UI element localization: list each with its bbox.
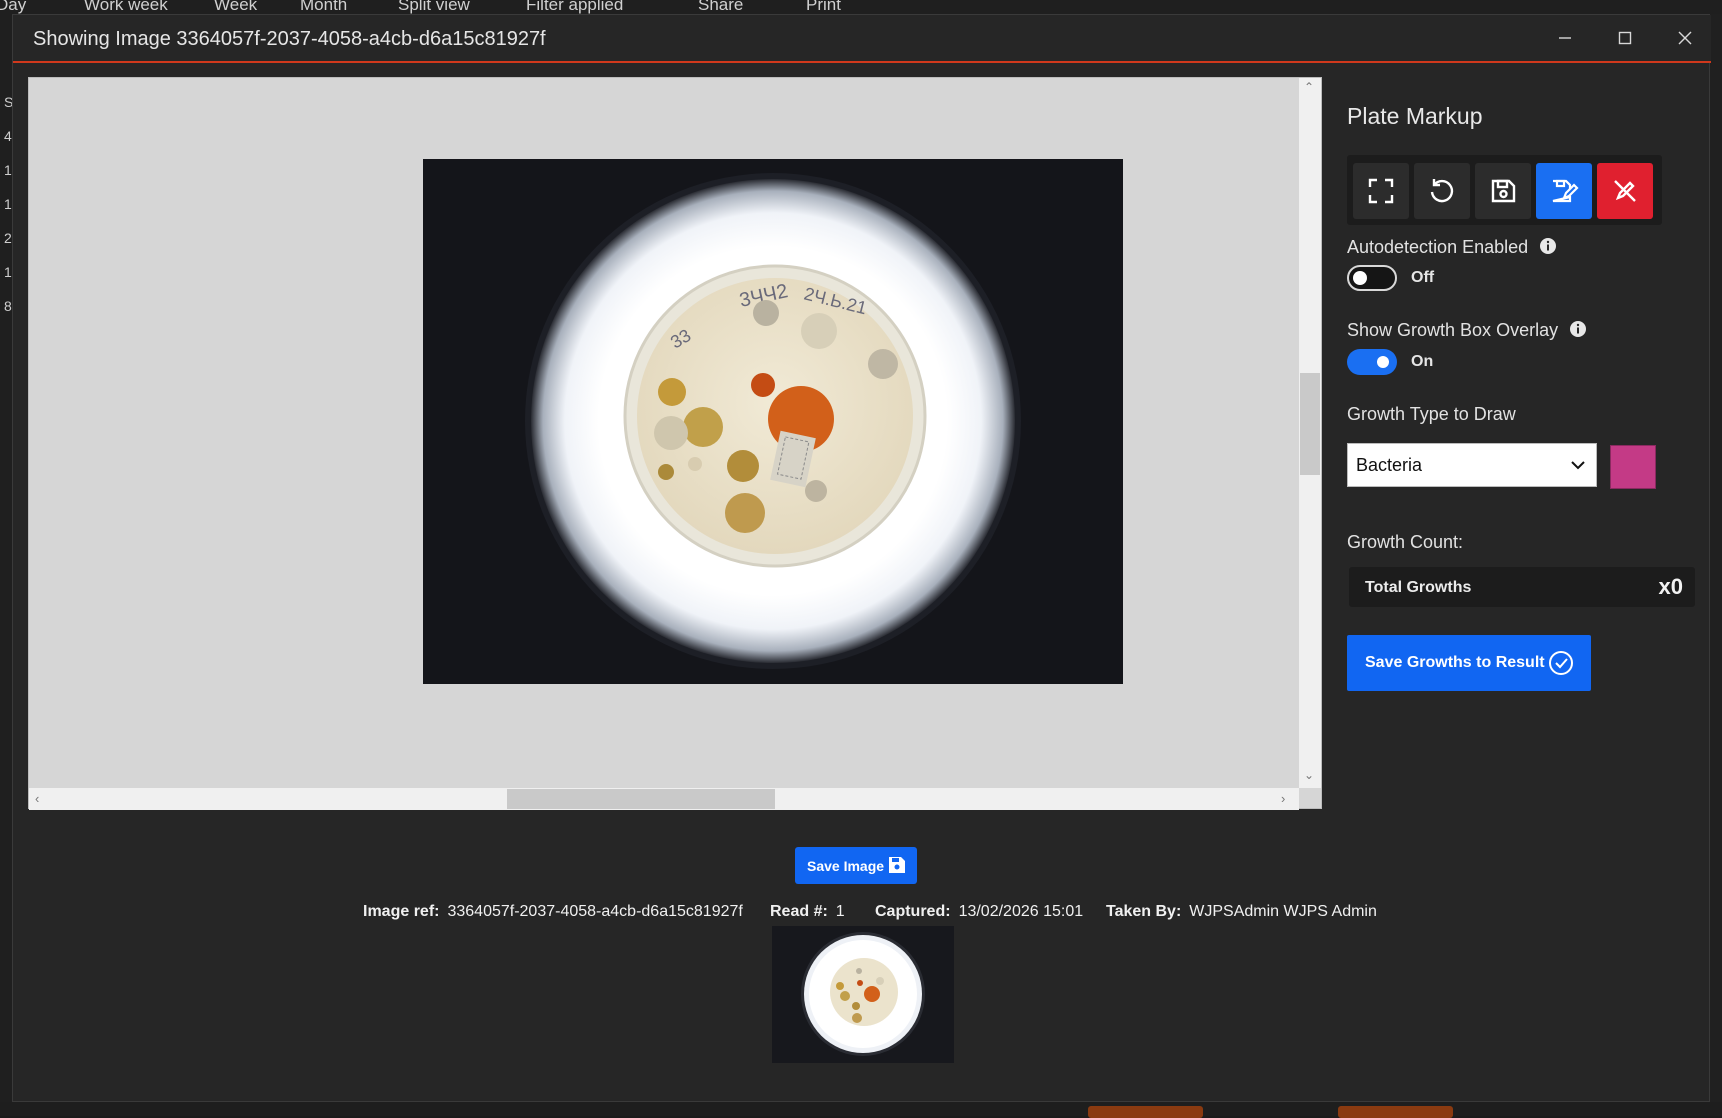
autodetection-state: Off [1411, 269, 1435, 286]
undo-button[interactable] [1414, 163, 1470, 219]
petri-dish-image[interactable]: 3ЧЧ2 2Ч.Ь.21 33 [423, 159, 1123, 684]
image-ref: Image ref: 3364057f-2037-4058-a4cb-d6a15c… [363, 903, 743, 921]
close-button[interactable] [1663, 23, 1707, 53]
read-label: Read #: [770, 903, 828, 920]
autodetection-label-text: Autodetection Enabled [1347, 237, 1529, 257]
growth-type-value: Bacteria [1356, 455, 1423, 475]
background-right-strip [1710, 14, 1722, 1116]
scroll-left-icon[interactable]: ‹ [35, 791, 39, 806]
image-thumbnail[interactable] [772, 926, 954, 1063]
background-bottom-strip [0, 1102, 1722, 1118]
horizontal-scroll-thumb[interactable] [507, 789, 775, 809]
fullscreen-button[interactable] [1353, 163, 1409, 219]
save-image-label: Save Image [807, 858, 885, 874]
image-ref-value: 3364057f-2037-4058-a4cb-d6a15c81927f [447, 903, 743, 920]
overlay-toggle[interactable] [1347, 349, 1397, 375]
total-growths-value: x0 [1658, 574, 1683, 599]
vertical-scroll-thumb[interactable] [1300, 373, 1320, 475]
panel-title: Plate Markup [1347, 103, 1483, 129]
save-icon [1491, 179, 1516, 203]
bg-char: 1 [4, 162, 12, 178]
read-number: Read #: 1 [770, 903, 845, 921]
read-value: 1 [835, 903, 845, 920]
toolbar-split-view[interactable]: Split view [398, 0, 470, 14]
horizontal-scrollbar[interactable]: ‹ › [29, 788, 1299, 810]
bg-chip [1088, 1106, 1203, 1118]
growth-type-select[interactable]: Bacteria [1347, 443, 1597, 487]
save-icon [889, 857, 905, 873]
vertical-scrollbar[interactable]: ⌃ ⌄ [1299, 78, 1321, 788]
toolbar-work-week[interactable]: Work week [84, 0, 168, 14]
overlay-state: On [1411, 353, 1434, 370]
info-icon[interactable] [1569, 320, 1587, 338]
scroll-right-icon[interactable]: › [1281, 791, 1285, 806]
taken-by: Taken By: WJPSAdmin WJPS Admin [1106, 903, 1377, 921]
bg-char: 4 [4, 128, 12, 144]
captured: Captured: 13/02/2026 15:01 [875, 903, 1083, 921]
clear-markup-icon [1614, 180, 1636, 202]
total-growths-label: Total Growths [1365, 579, 1472, 596]
toolbar-share[interactable]: Share [698, 0, 743, 14]
overlay-label-text: Show Growth Box Overlay [1347, 320, 1559, 340]
taken-by-label: Taken By: [1106, 903, 1182, 920]
maximize-icon [1618, 31, 1632, 45]
overlay-label: Show Growth Box Overlay [1347, 320, 1587, 341]
toolbar-filter[interactable]: Filter applied [526, 0, 623, 14]
undo-icon [1430, 179, 1454, 203]
window-title: Showing Image 3364057f-2037-4058-a4cb-d6… [33, 28, 546, 50]
save-growths-button[interactable]: Save Growths to Result [1347, 635, 1591, 691]
close-icon [1678, 31, 1692, 45]
image-dialog: Showing Image 3364057f-2037-4058-a4cb-d6… [12, 14, 1711, 1102]
save-growths-label: Save Growths to Result [1365, 654, 1545, 671]
toolbar-print[interactable]: Print [806, 0, 841, 14]
taken-by-value: WJPSAdmin WJPS Admin [1189, 903, 1377, 920]
autodetection-label: Autodetection Enabled [1347, 237, 1557, 258]
image-ref-label: Image ref: [363, 903, 440, 920]
check-circle-icon [1549, 651, 1573, 675]
toolbar-month[interactable]: Month [300, 0, 347, 14]
chevron-down-icon [1571, 461, 1585, 470]
bg-char: 8 [4, 298, 12, 314]
growth-count-box: Total Growths x0 [1349, 567, 1695, 607]
clear-markup-button[interactable] [1597, 163, 1653, 219]
fullscreen-icon [1368, 178, 1394, 204]
edit-save-icon [1552, 179, 1579, 203]
title-bar: Showing Image 3364057f-2037-4058-a4cb-d6… [13, 15, 1711, 63]
bg-char: 1 [4, 264, 12, 280]
image-viewer[interactable]: 3ЧЧ2 2Ч.Ь.21 33 ⌃ ⌄ ‹ › [28, 77, 1322, 810]
growth-type-label: Growth Type to Draw [1347, 404, 1516, 424]
scroll-up-icon[interactable]: ⌃ [1304, 80, 1314, 94]
save-image-button[interactable]: Save Image [795, 847, 917, 884]
minimize-button[interactable] [1543, 23, 1587, 53]
edit-save-button[interactable] [1536, 163, 1592, 219]
toggle-knob [1353, 271, 1367, 285]
maximize-button[interactable] [1603, 23, 1647, 53]
autodetection-toggle[interactable] [1347, 265, 1397, 291]
minimize-icon [1559, 37, 1571, 39]
toolbar-day[interactable]: Day [0, 0, 26, 14]
toggle-knob [1377, 356, 1389, 368]
captured-label: Captured: [875, 903, 951, 920]
background-calendar-toolbar: Day Work week Week Month Split view Filt… [0, 0, 1722, 14]
scroll-down-icon[interactable]: ⌄ [1304, 768, 1314, 782]
captured-value: 13/02/2026 15:01 [958, 903, 1084, 920]
info-icon[interactable] [1539, 237, 1557, 255]
growth-count-label: Growth Count: [1347, 532, 1464, 552]
background-left-strip: S 4 1 1: 2: 1 8 [0, 14, 16, 1116]
bg-chip [1338, 1106, 1453, 1118]
markup-toolbar [1347, 155, 1662, 225]
toolbar-week[interactable]: Week [214, 0, 257, 14]
save-markup-button[interactable] [1475, 163, 1531, 219]
growth-color-swatch[interactable] [1610, 445, 1656, 489]
